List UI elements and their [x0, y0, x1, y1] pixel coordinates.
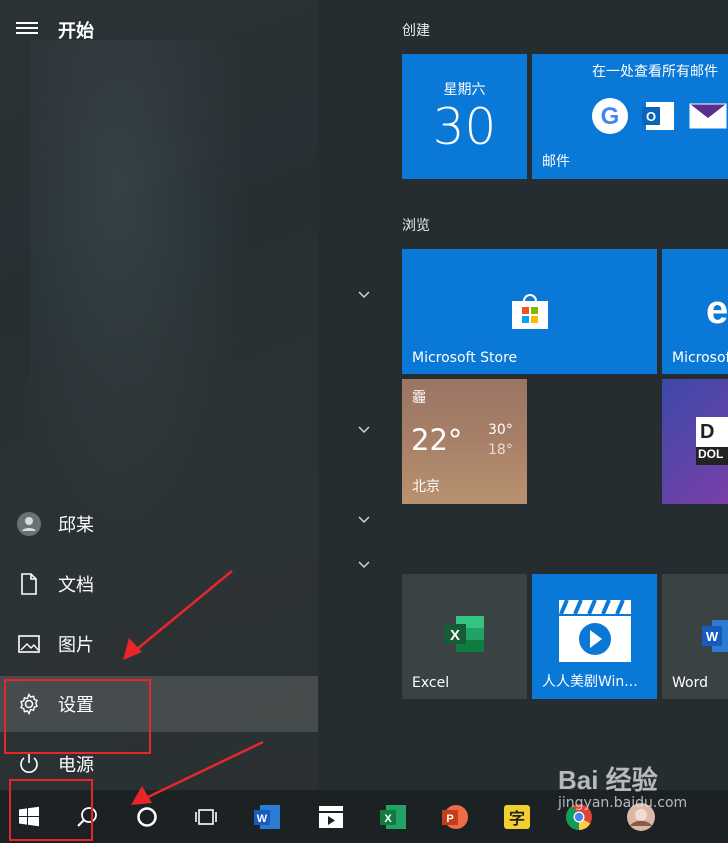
annotation-arrows: [123, 570, 264, 805]
watermark: Bai 经验 jingyan.baidu.com: [558, 760, 687, 811]
watermark-sub: jingyan.baidu.com: [558, 795, 688, 811]
watermark-text: Bai 经验: [558, 765, 658, 795]
